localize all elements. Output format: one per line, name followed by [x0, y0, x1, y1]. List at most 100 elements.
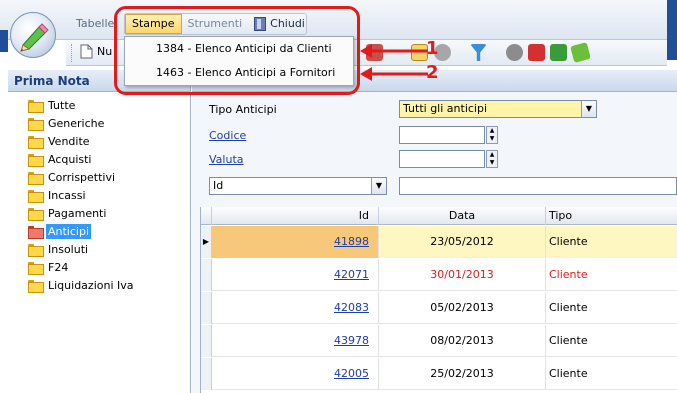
sidebar-item-generiche[interactable]: Generiche: [28, 114, 190, 132]
sidebar-item-acquisti[interactable]: Acquisti: [28, 150, 190, 168]
table-row[interactable]: 42005 25/02/2013 Cliente: [201, 358, 677, 390]
window-edge-right: [667, 0, 677, 60]
sidebar-item-liquidazioni-iva[interactable]: Liquidazioni Iva: [28, 276, 190, 294]
cell-id: 42071: [212, 259, 379, 291]
toolbar-grip[interactable]: [71, 44, 74, 62]
cell-id: 42083: [212, 292, 379, 324]
sidebar-item-pagamenti[interactable]: Pagamenti: [28, 204, 190, 222]
valuta-link[interactable]: Valuta: [209, 153, 244, 166]
chevron-down-icon[interactable]: ▼: [581, 101, 596, 117]
filter-icon[interactable]: [470, 44, 487, 61]
sidebar-item-tutte[interactable]: Tutte: [28, 96, 190, 114]
folder-icon: [28, 153, 44, 167]
excel-icon[interactable]: [550, 44, 567, 61]
folder-icon: [28, 99, 44, 113]
row-indicator-icon: ▶: [201, 226, 212, 258]
row-indicator: [201, 259, 212, 291]
column-header-data[interactable]: Data: [379, 207, 546, 225]
folder-icon: [28, 243, 44, 257]
cell-date: 25/02/2013: [379, 358, 546, 390]
menu-item-anticipi-fornitori[interactable]: 1463 - Elenco Anticipi a Fornitori: [125, 61, 353, 85]
window-edge: [0, 30, 8, 52]
table-row[interactable]: 42071 30/01/2013 Cliente: [201, 259, 677, 291]
cell-id: 43978: [212, 325, 379, 357]
clock-icon[interactable]: [506, 44, 523, 61]
app-menu-button[interactable]: [10, 12, 56, 58]
cell-date: 08/02/2013: [379, 325, 546, 357]
grid-header-corner: [201, 207, 212, 225]
cell-tipo: Cliente: [546, 292, 677, 324]
id-link[interactable]: 43978: [334, 334, 369, 347]
cell-tipo: Cliente: [546, 358, 677, 390]
column-header-tipo[interactable]: Tipo: [546, 207, 677, 225]
sidebar-item-incassi[interactable]: Incassi: [28, 186, 190, 204]
stampe-dropdown: 1384 - Elenco Anticipi da Clienti 1463 -…: [124, 36, 354, 86]
folder-icon: [28, 189, 44, 203]
cell-date: 30/01/2013: [379, 259, 546, 291]
annotation-number-2: 2: [426, 62, 439, 83]
folder-icon: [28, 261, 44, 275]
table-row[interactable]: ▶ 41898 23/05/2012 Cliente: [201, 226, 677, 258]
book-icon[interactable]: [570, 42, 591, 63]
cell-id: 42005: [212, 358, 379, 390]
column-header-id[interactable]: Id: [212, 207, 379, 225]
row-indicator: [201, 358, 212, 390]
folder-icon: [28, 207, 44, 221]
folder-icon: [28, 171, 44, 185]
tipo-anticipi-label: Tipo Anticipi: [209, 103, 277, 116]
tipo-anticipi-select[interactable]: Tutti gli anticipi ▼: [399, 100, 597, 118]
sidebar-item-corrispettivi[interactable]: Corrispettivi: [28, 168, 190, 186]
search-input[interactable]: [399, 177, 677, 195]
sidebar-item-insoluti[interactable]: Insoluti: [28, 240, 190, 258]
sidebar-list: Tutte Generiche Vendite Acquisti Corrisp…: [8, 92, 190, 294]
tab-chiudi[interactable]: Chiudi: [248, 14, 311, 34]
id-link[interactable]: 42083: [334, 301, 369, 314]
sidebar-item-f24[interactable]: F24: [28, 258, 190, 276]
search-field-select[interactable]: Id ▼: [209, 177, 387, 195]
arrow-left-icon: [360, 67, 428, 81]
tab-stampe[interactable]: Stampe: [125, 14, 182, 34]
tipo-anticipi-value: Tutti gli anticipi: [403, 102, 488, 115]
id-link[interactable]: 42005: [334, 367, 369, 380]
id-link[interactable]: 42071: [334, 268, 369, 281]
main-panel: Tipo Anticipi Tutti gli anticipi ▼ Codic…: [192, 70, 677, 393]
annotation-number-1: 1: [426, 38, 439, 59]
cell-tipo: Cliente: [546, 259, 677, 291]
folder-icon: [28, 279, 44, 293]
sidebar-item-anticipi[interactable]: Anticipi: [28, 222, 190, 240]
cell-id: 41898: [212, 226, 379, 258]
row-indicator: [201, 325, 212, 357]
valuta-spinner[interactable]: ▲ ▼: [486, 150, 498, 168]
new-button-label: Nu: [97, 45, 113, 58]
pdf-icon[interactable]: [528, 44, 545, 61]
search-field-value: Id: [213, 179, 224, 192]
sidebar: Prima Nota Tutte Generiche Vendite Acqui…: [8, 70, 191, 393]
id-link[interactable]: 41898: [334, 235, 369, 248]
cell-tipo: Cliente: [546, 226, 677, 258]
cell-tipo: Cliente: [546, 325, 677, 357]
arrow-left-icon: [360, 44, 428, 58]
door-icon: [254, 17, 267, 31]
codice-spinner[interactable]: ▲ ▼: [486, 126, 498, 144]
menu-tabs: Stampe Strumenti Chiudi: [124, 13, 307, 35]
menu-item-anticipi-clienti[interactable]: 1384 - Elenco Anticipi da Clienti: [125, 37, 353, 61]
pencil-icon: [20, 23, 49, 52]
codice-link[interactable]: Codice: [209, 129, 246, 142]
cell-date: 23/05/2012: [379, 226, 546, 258]
tab-chiudi-label: Chiudi: [270, 17, 305, 30]
folder-icon: [28, 117, 44, 131]
table-row[interactable]: 43978 08/02/2013 Cliente: [201, 325, 677, 357]
open-folder-icon: [28, 225, 44, 239]
sidebar-item-vendite[interactable]: Vendite: [28, 132, 190, 150]
new-button[interactable]: Nu: [80, 44, 112, 59]
tab-strumenti[interactable]: Strumenti: [182, 14, 249, 34]
cell-date: 05/02/2013: [379, 292, 546, 324]
row-indicator: [201, 292, 212, 324]
codice-input[interactable]: [399, 126, 485, 144]
new-document-icon: [80, 44, 93, 59]
table-row[interactable]: 42083 05/02/2013 Cliente: [201, 292, 677, 324]
valuta-input[interactable]: [399, 150, 485, 168]
chevron-down-icon[interactable]: ▼: [371, 178, 386, 194]
grid-header: Id Data Tipo: [201, 207, 677, 225]
folder-icon: [28, 135, 44, 149]
